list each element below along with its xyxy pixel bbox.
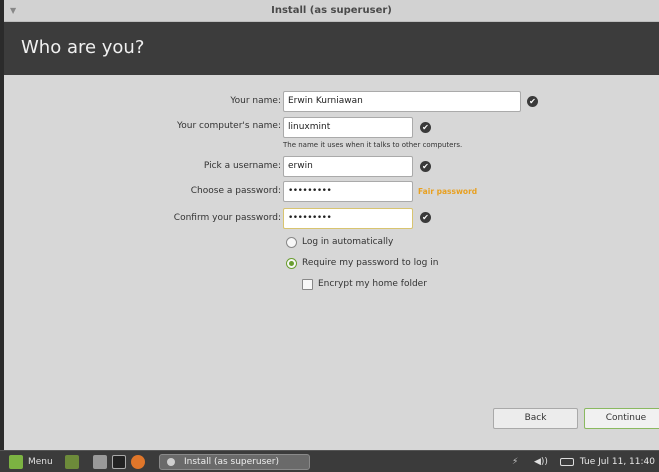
window-titlebar[interactable]: ▼ Install (as superuser)	[4, 0, 659, 22]
computer-name-valid-check-icon: ✔	[420, 122, 431, 133]
password-field[interactable]: •••••••••	[283, 181, 413, 202]
taskbar-window-label: Install (as superuser)	[184, 457, 280, 467]
log-in-automatically-radio[interactable]	[286, 237, 297, 248]
require-password-radio[interactable]	[286, 258, 297, 269]
back-button[interactable]: Back	[493, 408, 578, 429]
encrypt-home-checkbox[interactable]	[302, 279, 313, 290]
encrypt-home-label[interactable]: Encrypt my home folder	[318, 279, 427, 289]
confirm-password-field[interactable]: •••••••••	[283, 208, 413, 229]
name-valid-check-icon: ✔	[527, 96, 538, 107]
volume-icon[interactable]: ◀))	[534, 451, 548, 472]
form-area: Your name: Erwin Kurniawan ✔ Your comput…	[4, 75, 659, 450]
window-menu-arrow-icon[interactable]: ▼	[10, 0, 16, 22]
firefox-icon[interactable]	[131, 455, 145, 469]
username-label: Pick a username:	[203, 161, 281, 171]
name-field[interactable]: Erwin Kurniawan	[283, 91, 521, 112]
confirm-password-valid-check-icon: ✔	[420, 212, 431, 223]
page-title: Who are you?	[21, 37, 145, 58]
log-in-automatically-label[interactable]: Log in automatically	[302, 237, 393, 247]
taskbar-window-button[interactable]: Install (as superuser)	[159, 454, 310, 470]
menu-label[interactable]: Menu	[28, 451, 53, 472]
taskbar: Menu Install (as superuser) ⚡ ◀)) Tue Ju…	[0, 450, 659, 472]
computer-name-hint: The name it uses when it talks to other …	[283, 141, 463, 149]
network-icon[interactable]: ⚡	[512, 451, 518, 472]
battery-icon[interactable]	[560, 458, 574, 466]
password-label: Choose a password:	[190, 186, 281, 196]
require-password-label[interactable]: Require my password to log in	[302, 258, 438, 268]
computer-name-label: Your computer's name:	[176, 121, 281, 131]
password-strength-label: Fair password	[418, 187, 478, 196]
username-valid-check-icon: ✔	[420, 161, 431, 172]
window-title: Install (as superuser)	[271, 5, 392, 16]
file-manager-icon[interactable]	[93, 455, 107, 469]
installer-window: ▼ Install (as superuser) Who are you? Yo…	[4, 0, 659, 450]
confirm-password-label: Confirm your password:	[173, 213, 281, 223]
mint-menu-icon[interactable]	[9, 455, 23, 469]
username-field[interactable]: erwin	[283, 156, 413, 177]
name-label: Your name:	[230, 96, 281, 106]
clock[interactable]: Tue Jul 11, 11:40	[580, 451, 655, 472]
computer-name-field[interactable]: linuxmint	[283, 117, 413, 138]
terminal-icon[interactable]	[112, 455, 126, 469]
continue-button[interactable]: Continue	[584, 408, 659, 429]
show-desktop-icon[interactable]	[65, 455, 79, 469]
window-app-icon	[167, 458, 175, 466]
page-header: Who are you?	[4, 22, 659, 75]
